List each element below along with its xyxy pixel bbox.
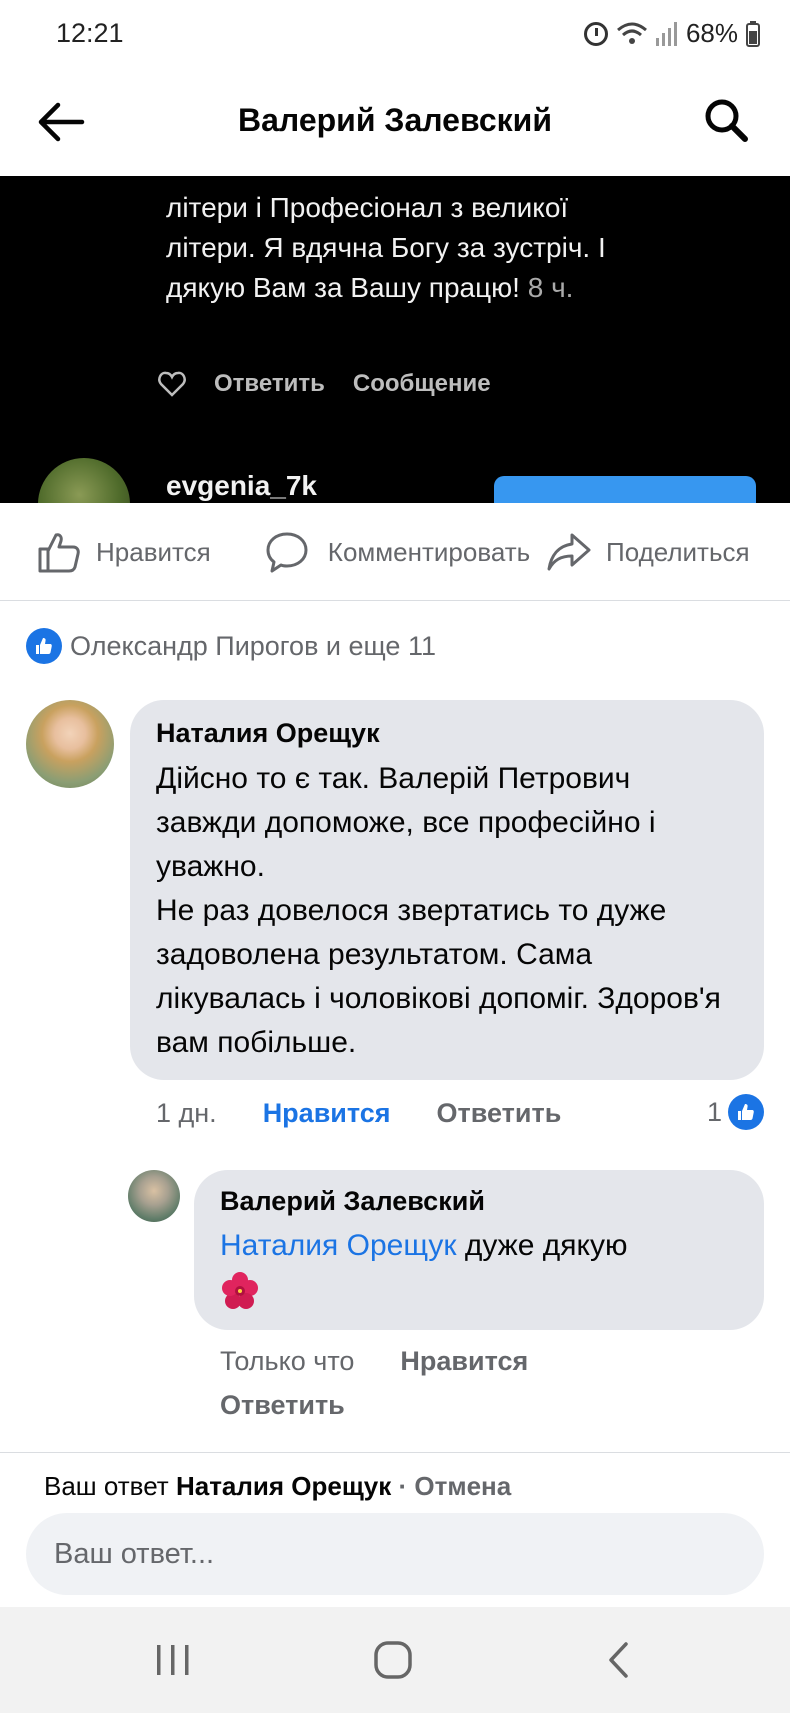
post-action-bar: Нравится Комментировать Поделиться [0,503,790,601]
system-back-icon [609,1642,628,1678]
reply-author[interactable]: Валерий Залевский [220,1186,738,1217]
comment-time: 1 дн. [156,1098,217,1128]
image-message-label: Сообщение [352,370,491,397]
avatar[interactable] [128,1170,180,1222]
wifi-icon [616,21,648,47]
like-reaction-icon [26,628,62,664]
home-button[interactable] [368,1637,418,1683]
image-reply-label: Ответить [214,370,325,397]
reply-body: дуже дякую [464,1229,628,1262]
page-title: Валерий Залевский [238,102,552,138]
reply-context-separator: · [398,1471,408,1501]
comment-bubble: Наталия Орещук Дійсно то є так. Валерій … [130,700,764,1080]
comment-button[interactable]: Комментировать [264,503,534,601]
image-comment-time: 8 ч. [527,272,574,303]
share-label: Поделиться [606,536,750,567]
heart-icon [158,371,186,397]
system-nav-bar [0,1607,790,1713]
hibiscus-icon [220,1271,260,1311]
thumbs-up-icon [38,533,80,573]
reply-time: Только что [220,1346,355,1376]
share-button[interactable]: Поделиться [546,503,750,601]
like-label: Нравится [96,536,211,567]
reactions-text: Олександр Пирогов и еще 11 [70,630,436,661]
image-comment-text: літери і Професіонал з великої літери. Я… [166,188,636,308]
reply-context: Ваш ответ Наталия Орещук · Отмена [44,1471,511,1502]
cancel-reply-button[interactable]: Отмена [414,1471,511,1501]
image-comment-actions: Ответить Сообщение [158,370,491,398]
comment-reply-button[interactable]: Ответить [437,1098,562,1129]
reaction-count-value: 1 [706,1096,722,1127]
reply-bubble: Валерий Залевский Наталия Орещук дуже дя… [194,1170,764,1330]
search-button[interactable] [700,94,752,146]
status-time: 12:21 [56,18,124,48]
comment-like-button[interactable]: Нравится [263,1098,391,1129]
image-blue-button [494,476,756,503]
reply-context-target: Наталия Орещук [175,1471,392,1501]
reply-input[interactable] [26,1513,764,1595]
avatar[interactable] [26,700,114,788]
comment-author[interactable]: Наталия Орещук [156,718,738,749]
reply-meta-second-line: Ответить [220,1390,345,1421]
image-avatar [38,458,130,503]
like-button[interactable]: Нравится [36,503,211,601]
reply-like-button[interactable]: Нравится [400,1346,528,1377]
comment-label: Комментировать [327,537,531,567]
search-icon [705,99,748,142]
comment-text: Дійсно то є так. Валерій Петрович завжди… [156,762,721,1059]
recent-apps-button[interactable] [148,1637,198,1683]
signal-icon [655,21,678,46]
status-icons: 68% [583,18,760,49]
status-bar: 12:21 68% [0,0,790,66]
comment-reaction-count[interactable]: 1 [707,1094,764,1130]
reply-meta: Только что Нравится [220,1346,528,1377]
battery-percent: 68% [685,18,738,48]
image-username: evgenia_7k [166,470,317,501]
comment-meta: 1 дн. Нравится Ответить [156,1098,561,1129]
reactions-summary[interactable]: Олександр Пирогов и еще 11 [26,628,436,664]
battery-icon [746,20,760,47]
home-icon [374,1641,412,1679]
comment-icon [266,532,308,573]
reply-text: Наталия Орещук дуже дякую [220,1225,738,1267]
reply-reply-button[interactable]: Ответить [220,1390,345,1421]
reply-composer: Ваш ответ Наталия Орещук · Отмена [0,1452,790,1607]
alarm-icon [583,21,608,46]
like-reaction-icon [728,1094,764,1130]
share-icon [547,533,591,571]
post-image[interactable]: літери і Професіонал з великої літери. Я… [0,176,790,503]
reply-context-prefix: Ваш ответ [44,1471,169,1501]
app-header: Валерий Залевский [0,66,790,176]
recent-apps-icon [157,1645,189,1675]
system-back-button[interactable] [594,1637,644,1683]
reply-mention[interactable]: Наталия Орещук [220,1229,456,1262]
